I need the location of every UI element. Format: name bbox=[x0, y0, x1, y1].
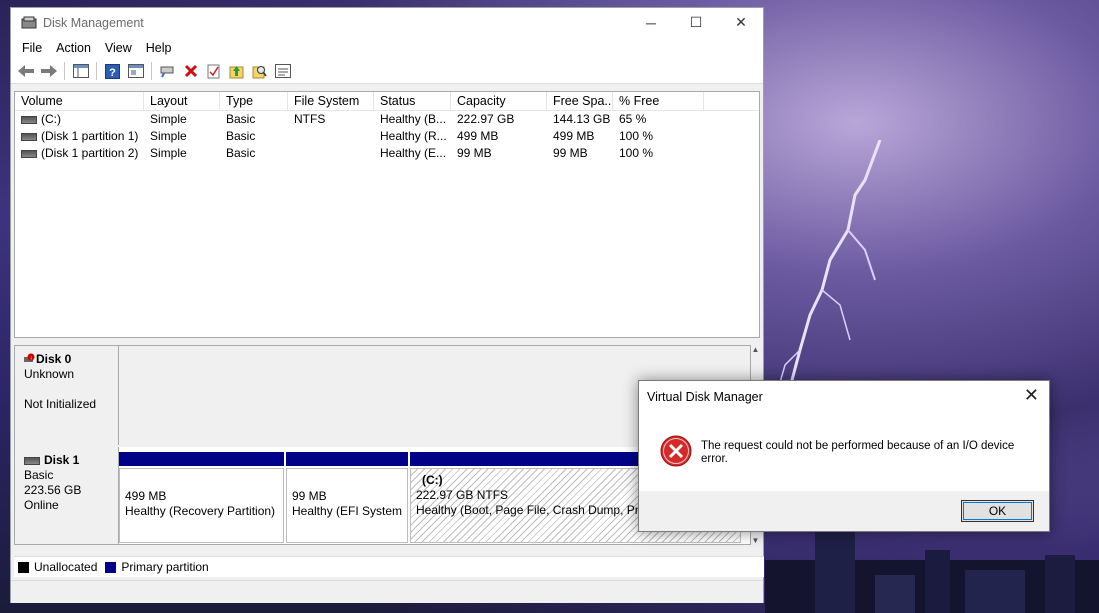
column-header-capacity[interactable]: Capacity bbox=[451, 92, 547, 110]
cell-file-system bbox=[288, 128, 374, 145]
cell-status: Healthy (E... bbox=[380, 146, 447, 160]
legend-label-primary: Primary partition bbox=[121, 560, 209, 574]
search-icon[interactable] bbox=[249, 61, 270, 81]
cell-file-system bbox=[288, 145, 374, 162]
drive-icon bbox=[21, 149, 37, 158]
error-dialog: Virtual Disk Manager ✕ The request could… bbox=[638, 380, 1050, 532]
cell-percent-free: 65 % bbox=[619, 112, 647, 126]
menu-help[interactable]: Help bbox=[139, 39, 179, 57]
ok-button[interactable]: OK bbox=[961, 500, 1034, 522]
volume-name: (Disk 1 partition 2) bbox=[41, 146, 139, 160]
back-arrow-icon[interactable] bbox=[15, 61, 36, 81]
cell-free-space: 499 MB bbox=[553, 129, 595, 143]
disk-icon bbox=[24, 456, 40, 465]
table-row[interactable]: (Disk 1 partition 2) Simple Basic Health… bbox=[15, 145, 759, 162]
partition-status: Healthy (EFI System bbox=[292, 504, 403, 518]
dialog-close-button[interactable]: ✕ bbox=[1024, 385, 1039, 406]
disk-type: Unknown bbox=[24, 367, 75, 381]
disk-size: 223.56 GB bbox=[24, 483, 82, 497]
table-row[interactable]: (C:) Simple Basic NTFS Healthy (B... 222… bbox=[15, 111, 759, 128]
pane-splitter[interactable] bbox=[14, 338, 760, 343]
cell-free-space: 144.13 GB bbox=[553, 112, 611, 126]
cell-type: Basic bbox=[226, 112, 256, 126]
toolbar: ? bbox=[11, 59, 763, 84]
connect-icon[interactable] bbox=[157, 61, 178, 81]
cell-status: Healthy (B... bbox=[380, 112, 447, 126]
disk-error-icon: ↓ bbox=[24, 353, 35, 362]
cell-layout: Simple bbox=[150, 129, 187, 143]
minimize-button[interactable]: ─ bbox=[628, 8, 674, 37]
volume-name: (Disk 1 partition 1) bbox=[41, 129, 139, 143]
cell-type: Basic bbox=[226, 129, 256, 143]
menu-action[interactable]: Action bbox=[49, 39, 98, 57]
status-bar bbox=[11, 580, 763, 603]
partition-size: 99 MB bbox=[292, 489, 327, 503]
error-icon bbox=[660, 435, 692, 467]
window-title: Disk Management bbox=[43, 15, 144, 30]
title-bar: Disk Management ─ ☐ ✕ bbox=[11, 8, 763, 37]
column-header-percent-free[interactable]: % Free bbox=[613, 92, 704, 110]
drive-icon bbox=[21, 132, 37, 141]
column-header-free-space[interactable]: Free Spa... bbox=[547, 92, 613, 110]
scroll-up-arrow[interactable]: ▲ bbox=[751, 345, 760, 354]
disk-management-app-icon bbox=[21, 16, 37, 28]
cell-capacity: 499 MB bbox=[457, 129, 499, 143]
column-header-volume[interactable]: Volume bbox=[15, 92, 144, 110]
legend-label-unallocated: Unallocated bbox=[34, 560, 98, 574]
disk-0-label[interactable]: ↓ Disk 0 Unknown Not Initialized bbox=[15, 346, 119, 445]
menu-bar: File Action View Help bbox=[11, 37, 763, 59]
menu-file[interactable]: File bbox=[15, 39, 49, 57]
disk-state: Online bbox=[24, 498, 59, 512]
help-icon[interactable]: ? bbox=[102, 61, 123, 81]
properties-icon[interactable] bbox=[125, 61, 146, 81]
cell-percent-free: 100 % bbox=[619, 146, 654, 160]
disk-state: Not Initialized bbox=[24, 397, 97, 411]
maximize-button[interactable]: ☐ bbox=[673, 8, 719, 37]
disk-type: Basic bbox=[24, 468, 54, 482]
dialog-message: The request could not be performed becau… bbox=[701, 440, 1015, 465]
column-header-file-system[interactable]: File System bbox=[288, 92, 374, 110]
volume-list-header: Volume Layout Type File System Status Ca… bbox=[15, 92, 759, 111]
menu-view[interactable]: View bbox=[98, 39, 139, 57]
forward-arrow-icon[interactable] bbox=[38, 61, 59, 81]
dialog-footer: OK bbox=[639, 491, 1049, 531]
checklist-icon[interactable] bbox=[203, 61, 224, 81]
cell-layout: Simple bbox=[150, 112, 187, 126]
dialog-body: The request could not be performed becau… bbox=[639, 411, 1049, 491]
close-button[interactable]: ✕ bbox=[718, 8, 764, 37]
delete-icon[interactable] bbox=[180, 61, 201, 81]
column-header-status[interactable]: Status bbox=[374, 92, 451, 110]
table-row[interactable]: (Disk 1 partition 1) Simple Basic Health… bbox=[15, 128, 759, 145]
scroll-down-arrow[interactable]: ▼ bbox=[751, 536, 760, 545]
settings-icon[interactable] bbox=[272, 61, 293, 81]
svg-text:?: ? bbox=[109, 67, 116, 79]
cell-free-space: 99 MB bbox=[553, 146, 588, 160]
cell-type: Basic bbox=[226, 146, 256, 160]
legend: Unallocated Primary partition bbox=[14, 556, 764, 577]
console-tree-icon[interactable] bbox=[70, 61, 91, 81]
legend-swatch-unallocated bbox=[18, 561, 29, 573]
partition-status: Healthy (Recovery Partition) bbox=[125, 504, 276, 518]
volume-list: Volume Layout Type File System Status Ca… bbox=[14, 91, 760, 338]
column-header-type[interactable]: Type bbox=[220, 92, 288, 110]
drive-icon bbox=[21, 115, 37, 124]
cell-file-system: NTFS bbox=[294, 112, 326, 126]
partition-size: 499 MB bbox=[125, 489, 167, 503]
disk-1-label[interactable]: Disk 1 Basic 223.56 GB Online bbox=[15, 447, 119, 544]
column-header-layout[interactable]: Layout bbox=[144, 92, 220, 110]
dialog-title: Virtual Disk Manager bbox=[647, 390, 763, 404]
export-icon[interactable] bbox=[226, 61, 247, 81]
partition-recovery[interactable]: 499 MB Healthy (Recovery Partition) bbox=[119, 452, 284, 545]
partition-efi[interactable]: 99 MB Healthy (EFI System bbox=[286, 452, 408, 545]
legend-swatch-primary bbox=[105, 561, 117, 573]
cell-status: Healthy (R... bbox=[380, 129, 447, 143]
volume-name: (C:) bbox=[41, 112, 61, 126]
disk-name: Disk 1 bbox=[44, 453, 80, 467]
disk-name: Disk 0 bbox=[36, 352, 72, 366]
cell-capacity: 222.97 GB bbox=[457, 112, 515, 126]
cell-capacity: 99 MB bbox=[457, 146, 492, 160]
cell-percent-free: 100 % bbox=[619, 129, 654, 143]
svg-text:↓: ↓ bbox=[30, 356, 33, 362]
cell-layout: Simple bbox=[150, 146, 187, 160]
